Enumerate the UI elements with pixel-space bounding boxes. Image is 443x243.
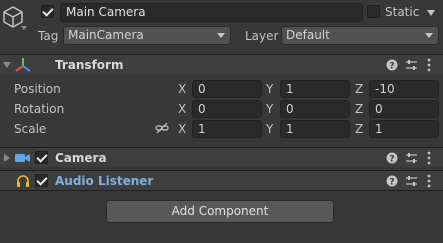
headphones-icon — [17, 175, 29, 187]
svg-text:?: ? — [389, 155, 394, 165]
axis-z-label[interactable]: Z — [355, 101, 363, 117]
camera-icon — [15, 154, 30, 162]
static-dropdown-icon[interactable] — [427, 10, 435, 16]
camera-component-header[interactable]: Camera ? — [0, 147, 443, 167]
audio-listener-title[interactable]: Audio Listener — [55, 173, 153, 189]
axis-y-label[interactable]: Y — [266, 81, 273, 97]
audio-listener-component-header[interactable]: Audio Listener ? — [0, 170, 443, 190]
foldout-expanded-icon[interactable] — [3, 62, 11, 68]
transform-title: Transform — [55, 58, 124, 72]
presets-sliders-icon[interactable] — [405, 175, 418, 187]
svg-text:?: ? — [389, 62, 394, 72]
static-label: Static — [385, 5, 420, 19]
tag-label: Tag — [38, 29, 59, 43]
chevron-down-icon — [217, 33, 225, 38]
icon-dropdown-icon[interactable] — [21, 26, 27, 30]
active-checkbox[interactable] — [41, 5, 54, 18]
position-label: Position — [14, 82, 61, 96]
axis-x-label[interactable]: X — [178, 81, 186, 97]
axis-z-label[interactable]: Z — [355, 121, 363, 137]
kebab-menu-icon[interactable] — [427, 174, 431, 188]
foldout-collapsed-icon[interactable] — [4, 154, 10, 162]
scale-x-field[interactable]: 1 — [192, 120, 262, 138]
kebab-menu-icon[interactable] — [427, 151, 431, 165]
transform-header[interactable]: Transform ? — [0, 54, 443, 75]
tag-dropdown[interactable]: MainCamera — [63, 26, 231, 45]
static-checkbox[interactable] — [367, 5, 380, 18]
scale-y-field[interactable]: 1 — [280, 120, 350, 138]
audio-listener-enabled-checkbox[interactable] — [35, 174, 48, 187]
kebab-menu-icon[interactable] — [427, 58, 431, 72]
layer-value: Default — [286, 28, 330, 42]
add-component-button[interactable]: Add Component — [106, 200, 334, 223]
camera-enabled-checkbox[interactable] — [35, 151, 48, 164]
tag-value: MainCamera — [68, 28, 144, 42]
presets-sliders-icon[interactable] — [405, 59, 418, 71]
object-name-field[interactable]: Main Camera — [60, 3, 363, 22]
position-z-field[interactable]: -10 — [369, 80, 439, 98]
rotation-x-field[interactable]: 0 — [192, 100, 262, 118]
axis-x-label[interactable]: X — [178, 121, 186, 137]
help-icon[interactable]: ? — [386, 152, 398, 164]
position-y-field[interactable]: 1 — [280, 80, 350, 98]
presets-sliders-icon[interactable] — [405, 152, 418, 164]
camera-title: Camera — [55, 151, 107, 165]
axis-z-label[interactable]: Z — [355, 81, 363, 97]
rotation-label: Rotation — [14, 102, 65, 116]
transform-axes-icon — [15, 58, 31, 72]
constrain-proportions-link-icon[interactable] — [155, 122, 169, 134]
help-icon[interactable]: ? — [386, 59, 398, 71]
svg-text:?: ? — [389, 178, 394, 188]
divider — [0, 190, 443, 191]
axis-y-label[interactable]: Y — [266, 121, 273, 137]
help-icon[interactable]: ? — [386, 175, 398, 187]
axis-x-label[interactable]: X — [178, 101, 186, 117]
rotation-y-field[interactable]: 0 — [280, 100, 350, 118]
layer-dropdown[interactable]: Default — [281, 26, 439, 45]
axis-y-label[interactable]: Y — [266, 101, 273, 117]
layer-label: Layer — [245, 29, 279, 43]
position-x-field[interactable]: 0 — [192, 80, 262, 98]
scale-z-field[interactable]: 1 — [369, 120, 439, 138]
rotation-z-field[interactable]: 0 — [369, 100, 439, 118]
chevron-down-icon — [425, 33, 433, 38]
scale-label: Scale — [14, 122, 47, 136]
